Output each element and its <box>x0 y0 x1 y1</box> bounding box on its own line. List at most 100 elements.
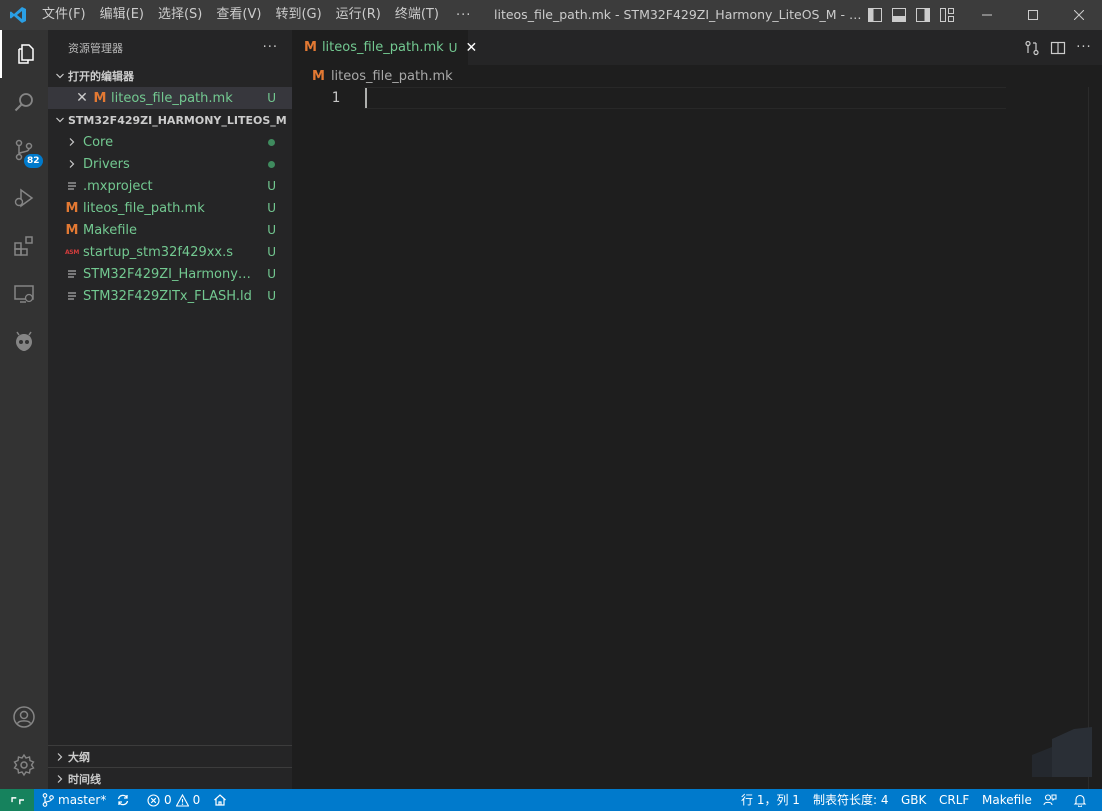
asm-file-icon: ASM <box>64 248 80 256</box>
error-icon <box>147 793 160 807</box>
timeline-section-header[interactable]: 时间线 <box>48 767 292 789</box>
split-editor-icon[interactable] <box>1050 40 1066 56</box>
tree-file-startup[interactable]: ASM startup_stm32f429xx.s U <box>48 241 292 263</box>
explorer-sidebar: 资源管理器 ··· 打开的编辑器 ✕ M liteos_file_path.mk… <box>48 30 292 789</box>
menu-run[interactable]: 运行(R) <box>329 0 388 30</box>
toggle-panel-icon[interactable] <box>890 6 908 24</box>
notifications-button[interactable] <box>1073 789 1087 811</box>
tree-item-name: STM32F429ZITx_FLASH.ld <box>83 288 252 304</box>
open-editor-name: liteos_file_path.mk <box>111 90 233 106</box>
makefile-icon: M <box>93 90 107 106</box>
timeline-title: 时间线 <box>68 772 101 786</box>
account-icon <box>13 706 35 728</box>
alien-icon <box>16 331 32 351</box>
menu-edit[interactable]: 编辑(E) <box>93 0 151 30</box>
minimize-button[interactable] <box>964 0 1010 30</box>
menu-view[interactable]: 查看(V) <box>209 0 268 30</box>
remote-indicator[interactable] <box>0 789 34 811</box>
menu-file[interactable]: 文件(F) <box>35 0 93 30</box>
extensions-button[interactable] <box>0 222 48 270</box>
close-editor-icon[interactable]: ✕ <box>74 90 90 106</box>
tree-item-name: STM32F429ZI_Harmony_LiteOS_M.ioc <box>83 266 255 282</box>
open-changes-icon[interactable] <box>1024 40 1040 56</box>
manage-button[interactable] <box>0 741 48 789</box>
remote-explorer-button[interactable] <box>0 270 48 318</box>
search-icon <box>14 93 33 112</box>
outline-section-header[interactable]: 大纲 <box>48 745 292 767</box>
error-count: 0 <box>164 793 172 807</box>
code-editor[interactable]: 1 <box>292 87 1102 789</box>
tree-file-flash-ld[interactable]: STM32F429ZITx_FLASH.ld U <box>48 285 292 307</box>
current-line-highlight <box>364 87 1006 109</box>
folder-title: STM32F429ZI_HARMONY_LITEOS_M <box>68 113 287 127</box>
editor-scrollbar[interactable] <box>1088 87 1102 789</box>
remote-explorer-icon <box>14 285 34 303</box>
home-button[interactable] <box>213 789 227 811</box>
warning-icon <box>175 793 189 807</box>
tree-file-mxproject[interactable]: .mxproject U <box>48 175 292 197</box>
tab-liteos-file-path[interactable]: M liteos_file_path.mk U ✕ <box>292 30 477 65</box>
explorer-button[interactable] <box>0 30 48 78</box>
tree-item-name: Makefile <box>83 222 138 238</box>
tree-item-name: .mxproject <box>83 178 153 194</box>
outline-title: 大纲 <box>68 750 90 764</box>
breadcrumb: M liteos_file_path.mk <box>292 65 453 87</box>
chevron-right-icon <box>64 153 80 175</box>
menu-more-button[interactable]: ··· <box>446 8 481 23</box>
modified-dot <box>268 161 275 168</box>
tree-folder-core[interactable]: Core <box>48 131 292 153</box>
status-bar: master* 0 0 行 1，列 1 制表符长度: 4 GBK CRLF Ma… <box>0 789 1102 811</box>
branch-name: master* <box>58 793 107 807</box>
folder-section-header[interactable]: STM32F429ZI_HARMONY_LITEOS_M <box>48 109 292 131</box>
text-cursor <box>365 88 367 108</box>
untracked-badge: U <box>267 91 276 105</box>
gear-icon <box>13 753 35 777</box>
tree-file-ioc[interactable]: STM32F429ZI_Harmony_LiteOS_M.ioc U <box>48 263 292 285</box>
menu-selection[interactable]: 选择(S) <box>151 0 209 30</box>
makefile-icon: M <box>65 222 79 238</box>
toggle-sidebar-icon[interactable] <box>866 6 884 24</box>
run-debug-button[interactable] <box>0 174 48 222</box>
more-actions-icon[interactable]: ··· <box>1076 40 1092 56</box>
menu-go[interactable]: 转到(G) <box>268 0 328 30</box>
tree-file-liteos-file-path[interactable]: M liteos_file_path.mk U <box>48 197 292 219</box>
customize-layout-icon[interactable] <box>938 6 956 24</box>
warning-count: 0 <box>192 793 201 807</box>
breadcrumb-file[interactable]: liteos_file_path.mk <box>331 69 453 84</box>
branch-status[interactable]: master* <box>42 789 106 811</box>
text-file-icon <box>64 285 80 307</box>
tree-folder-drivers[interactable]: Drivers <box>48 153 292 175</box>
sync-button[interactable] <box>116 789 130 811</box>
layout-controls <box>866 6 956 24</box>
encoding-status[interactable]: GBK <box>901 789 926 811</box>
maximize-icon <box>1028 10 1038 20</box>
open-editors-section-header[interactable]: 打开的编辑器 <box>48 65 292 87</box>
tree-file-makefile[interactable]: M Makefile U <box>48 219 292 241</box>
search-button[interactable] <box>0 78 48 126</box>
close-tab-icon[interactable]: ✕ <box>465 40 477 56</box>
menu-terminal[interactable]: 终端(T) <box>388 0 446 30</box>
source-control-badge: 82 <box>24 154 43 168</box>
source-control-button[interactable]: 82 <box>0 126 48 174</box>
toggle-secondary-sidebar-icon[interactable] <box>914 6 932 24</box>
editor-actions: ··· <box>1024 30 1092 65</box>
text-file-icon <box>64 175 80 197</box>
untracked-badge: U <box>448 40 458 55</box>
maximize-button[interactable] <box>1010 0 1056 30</box>
accounts-button[interactable] <box>0 693 48 741</box>
sidebar-bottom-sections: 大纲 时间线 <box>48 745 292 789</box>
indentation-status[interactable]: 制表符长度: 4 <box>813 789 889 811</box>
close-window-button[interactable] <box>1056 0 1102 30</box>
language-mode[interactable]: Makefile <box>982 789 1032 811</box>
bell-icon <box>1073 794 1087 807</box>
eol-status[interactable]: CRLF <box>939 789 969 811</box>
cursor-position[interactable]: 行 1，列 1 <box>741 789 800 811</box>
explorer-more-button[interactable]: ··· <box>263 40 278 55</box>
feedback-button[interactable] <box>1043 789 1057 811</box>
title-bar: 文件(F) 编辑(E) 选择(S) 查看(V) 转到(G) 运行(R) 终端(T… <box>0 0 1102 30</box>
platformio-button[interactable] <box>0 318 48 366</box>
open-editor-item[interactable]: ✕ M liteos_file_path.mk U <box>48 87 292 109</box>
problems-status[interactable]: 0 0 <box>147 789 200 811</box>
menu-bar: 文件(F) 编辑(E) 选择(S) 查看(V) 转到(G) 运行(R) 终端(T… <box>35 0 481 30</box>
untracked-badge: U <box>267 223 276 237</box>
